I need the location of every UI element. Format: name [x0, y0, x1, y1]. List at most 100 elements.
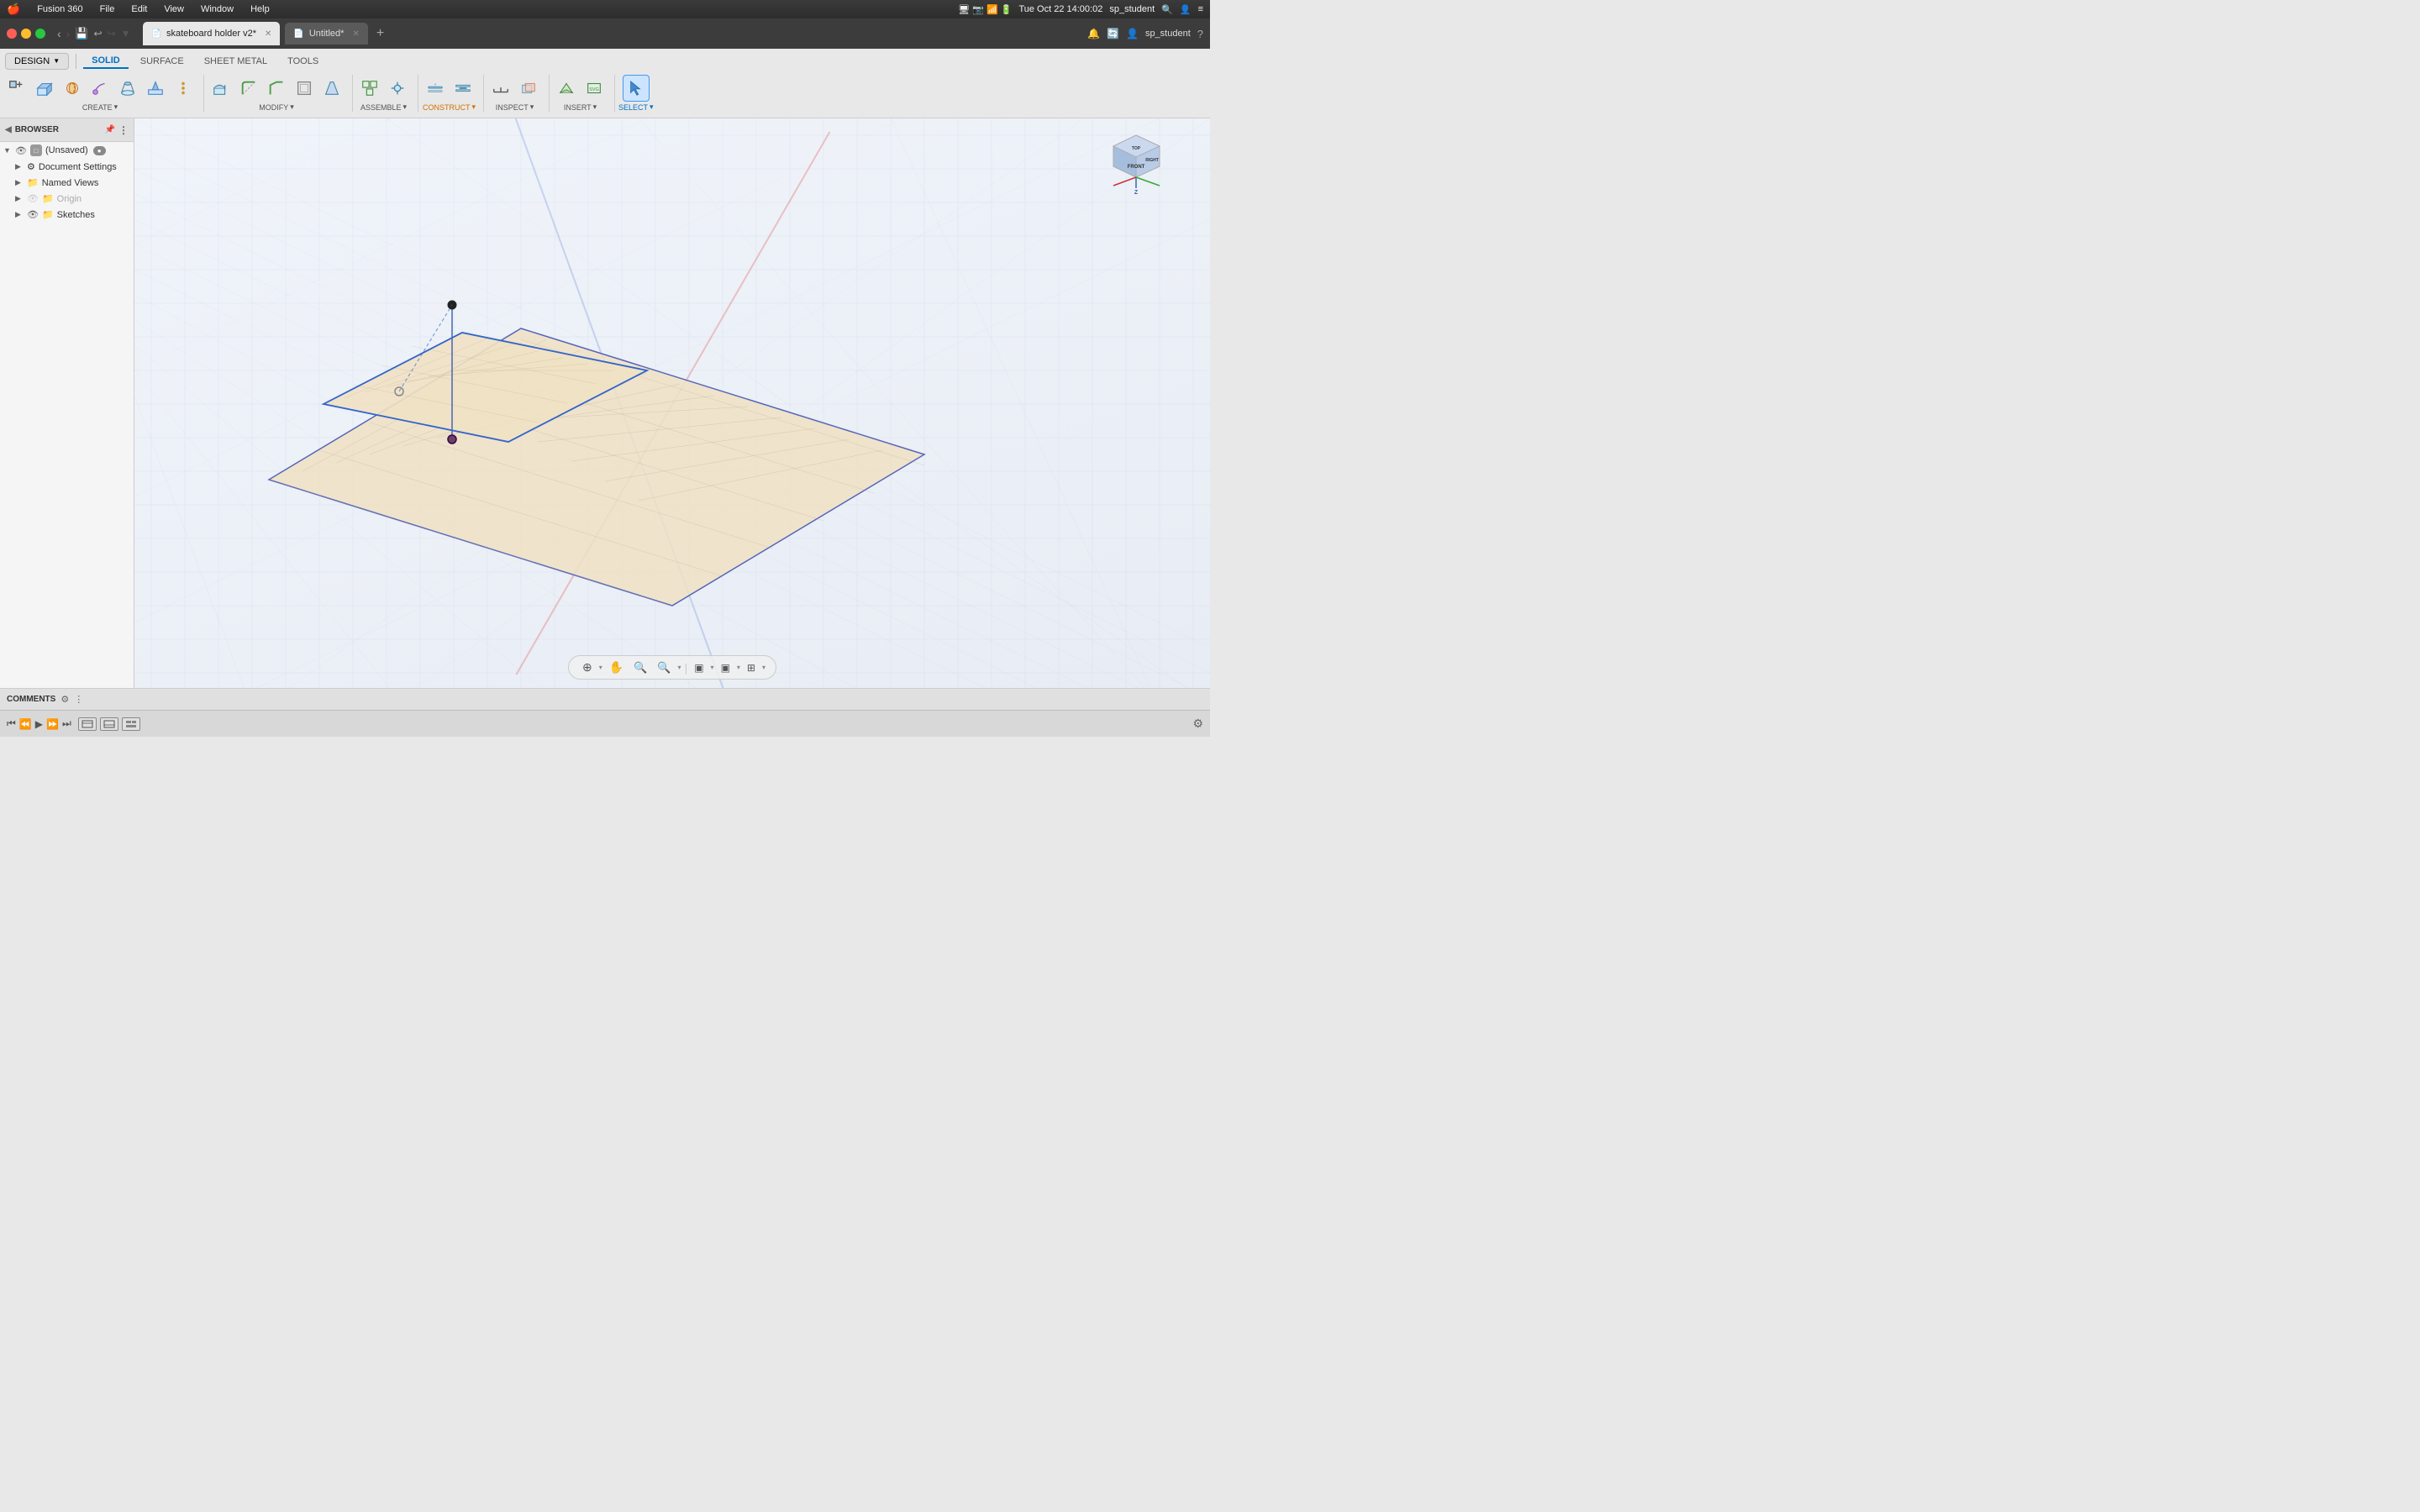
chamfer-button[interactable] [263, 75, 290, 102]
close-window-button[interactable] [7, 29, 17, 39]
insert-svg-button[interactable]: SVG [581, 75, 608, 102]
nav-redo-button[interactable]: ↪ [108, 28, 116, 39]
rib-button[interactable] [142, 75, 169, 102]
timeline-settings-button[interactable]: ⚙ [1192, 717, 1203, 731]
nav-back-button[interactable]: ‹ [57, 27, 61, 40]
sync-icon[interactable]: 🔄 [1107, 28, 1119, 39]
display-dropdown[interactable]: ▾ [737, 664, 740, 671]
midplane-button[interactable] [450, 75, 476, 102]
timeline-box-1[interactable] [78, 717, 97, 731]
menu-bar: 🍎 Fusion 360 File Edit View Window Help … [0, 0, 1210, 18]
notification-icon[interactable]: 🔔 [1087, 28, 1100, 39]
orbit-dropdown-icon[interactable]: ▾ [599, 664, 602, 671]
zoom-dropdown-icon[interactable]: ▾ [678, 664, 681, 671]
offset-plane-button[interactable] [422, 75, 449, 102]
timeline-last-button[interactable]: ⏭ [62, 717, 71, 730]
viewport[interactable]: FRONT RIGHT TOP Z ⊕ ▾ ✋ 🔍 🔍 ▾ | ▣ ▾ [134, 118, 1210, 688]
insert-mesh-button[interactable] [553, 75, 580, 102]
menu-fusion360[interactable]: Fusion 360 [34, 4, 86, 14]
menu-window[interactable]: Window [197, 4, 237, 14]
viewport-zoom-button[interactable]: 🔍 [630, 659, 650, 676]
create-section: CREATE ▾ [3, 75, 197, 112]
display-mode-button[interactable]: ▣ [718, 660, 734, 675]
apple-logo-icon[interactable]: 🍎 [7, 3, 20, 16]
menu-icon[interactable]: ≡ [1198, 4, 1203, 14]
tab-untitled[interactable]: 📄 Untitled* ✕ [285, 23, 367, 45]
new-tab-button[interactable]: + [376, 26, 384, 41]
tab-close-skateboard[interactable]: ✕ [265, 29, 271, 39]
revolve-button[interactable] [59, 75, 86, 102]
view-cube[interactable]: FRONT RIGHT TOP Z [1105, 131, 1168, 194]
origin-eye-icon[interactable]: 👁 [27, 193, 39, 204]
timeline-prev-button[interactable]: ⏪ [19, 718, 32, 730]
timeline-next-button[interactable]: ⏩ [46, 718, 59, 730]
browser-pin-icon[interactable]: 📌 [105, 125, 115, 134]
nav-undo-button[interactable]: ↩ [94, 28, 103, 39]
browser-item-origin[interactable]: ▶ 👁 📁 Origin [0, 191, 134, 207]
viewport-zoom-dropdown[interactable]: 🔍 [654, 659, 674, 676]
timeline-box-3[interactable] [122, 717, 140, 731]
user-avatar[interactable]: 👤 [1180, 4, 1192, 15]
comments-settings-icon[interactable]: ⚙ [60, 694, 69, 705]
eye-icon[interactable]: 👁 [15, 145, 27, 156]
tab-surface[interactable]: SURFACE [132, 55, 192, 68]
minimize-window-button[interactable] [21, 29, 31, 39]
menu-view[interactable]: View [160, 4, 187, 14]
viewport-orbit-button[interactable]: ⊕ [579, 659, 596, 676]
help-icon[interactable]: ? [1197, 28, 1203, 40]
browser-collapse-icon[interactable]: ◀ [5, 125, 12, 134]
design-mode-button[interactable]: DESIGN ▼ [5, 53, 69, 70]
new-component-assemble-button[interactable] [356, 75, 383, 102]
menu-file[interactable]: File [97, 4, 118, 14]
timeline-play-button[interactable]: ▶ [35, 718, 43, 730]
tab-close-untitled[interactable]: ✕ [352, 29, 359, 39]
tab-tools[interactable]: TOOLS [279, 55, 327, 68]
browser-item-unsaved[interactable]: ▼ 👁 □ (Unsaved) ● [0, 142, 134, 159]
sweep-button[interactable] [87, 75, 113, 102]
origin-folder-icon: 📁 [42, 193, 54, 204]
browser-item-document-settings[interactable]: ▶ ⚙ Document Settings [0, 159, 134, 175]
select-button[interactable] [623, 75, 650, 102]
loft-button[interactable] [114, 75, 141, 102]
browser-more-icon[interactable]: ⋮ [118, 124, 129, 136]
grid-dropdown[interactable]: ▾ [762, 664, 765, 671]
shell-button[interactable] [291, 75, 318, 102]
tab-solid[interactable]: SOLID [83, 54, 129, 69]
browser-title: BROWSER [15, 125, 59, 134]
viewport-pan-button[interactable]: ✋ [606, 659, 627, 676]
nav-extra-button[interactable]: ▼ [121, 28, 131, 39]
sketches-eye-icon[interactable]: 👁 [27, 209, 39, 220]
measure-button[interactable] [487, 75, 514, 102]
tab-sheet-metal[interactable]: SHEET METAL [196, 55, 276, 68]
joint-button[interactable] [384, 75, 411, 102]
draft-button[interactable] [318, 75, 345, 102]
press-pull-button[interactable] [208, 75, 234, 102]
interference-button[interactable] [515, 75, 542, 102]
insert-section: SVG INSERT ▾ [553, 75, 608, 112]
grid-button[interactable]: ⊞ [744, 660, 759, 675]
assemble-section: ASSEMBLE ▾ [356, 75, 411, 112]
timeline-box-2[interactable] [100, 717, 118, 731]
fillet-button[interactable] [235, 75, 262, 102]
inspect-dropdown-icon: ▾ [530, 102, 534, 112]
user-profile-icon[interactable]: 👤 [1126, 28, 1139, 39]
more-create-button[interactable] [170, 75, 197, 102]
view-mode-dropdown[interactable]: ▾ [711, 664, 714, 671]
browser-item-named-views[interactable]: ▶ 📁 Named Views [0, 175, 134, 191]
menu-edit[interactable]: Edit [128, 4, 150, 14]
new-component-button[interactable] [3, 75, 30, 102]
toolbar-icons-row: CREATE ▾ [0, 71, 1210, 118]
extrude-button[interactable] [31, 75, 58, 102]
comments-expand-icon[interactable]: ⋮ [74, 694, 83, 705]
nav-forward-button[interactable]: › [66, 27, 71, 40]
view-mode-button[interactable]: ▣ [691, 660, 707, 675]
nav-save-button[interactable]: 💾 [75, 27, 88, 40]
search-icon[interactable]: 🔍 [1161, 4, 1173, 15]
timeline-first-button[interactable]: ⏮ [7, 717, 16, 730]
doc-settings-gear-icon: ⚙ [27, 161, 35, 172]
inspect-label: INSPECT ▾ [496, 102, 534, 112]
menu-help[interactable]: Help [247, 4, 273, 14]
browser-item-sketches[interactable]: ▶ 👁 📁 Sketches [0, 207, 134, 223]
tab-skateboard[interactable]: 📄 skateboard holder v2* ✕ [143, 22, 281, 45]
maximize-window-button[interactable] [35, 29, 45, 39]
